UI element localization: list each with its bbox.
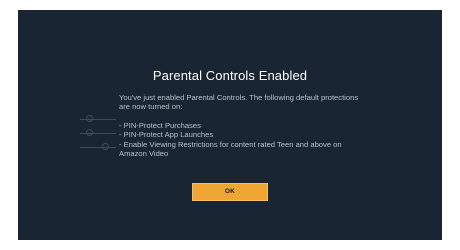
protection-item: - Enable Viewing Restrictions for conten… [119, 139, 342, 159]
ok-button[interactable]: OK [192, 183, 268, 201]
dialog-body: You've just enabled Parental Controls. T… [119, 93, 359, 158]
protection-item: - PIN-Protect App Launches [119, 130, 214, 140]
dialog-title: Parental Controls Enabled [152, 68, 308, 83]
tv-screen: Parental Controls Enabled You've just en… [18, 10, 442, 240]
dialog-intro: You've just enabled Parental Controls. T… [119, 93, 359, 112]
parental-controls-dialog: Parental Controls Enabled You've just en… [18, 10, 442, 240]
protections-list: - PIN-Protect Purchases - PIN-Protect Ap… [119, 121, 359, 159]
protection-item: - PIN-Protect Purchases [119, 120, 201, 130]
